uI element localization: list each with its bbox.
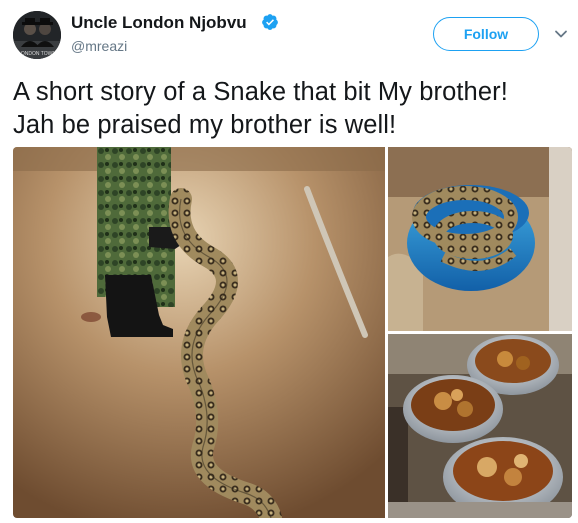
photo-cooked-pots[interactable] bbox=[388, 334, 572, 518]
chevron-down-icon[interactable] bbox=[553, 26, 569, 42]
photo-snake-floor[interactable] bbox=[13, 147, 385, 518]
photo-snake-bucket[interactable] bbox=[388, 147, 572, 331]
verified-badge-icon bbox=[262, 14, 278, 30]
display-name[interactable]: Uncle London Njobvu bbox=[71, 13, 247, 33]
avatar-caption: LONDON TOWN bbox=[18, 51, 56, 57]
tweet-text-line-2: Jah be praised my brother is well! bbox=[13, 111, 397, 139]
follow-button[interactable]: Follow bbox=[433, 17, 539, 51]
media-grid bbox=[13, 147, 572, 518]
tweet-text: A short story of a Snake that bit My bro… bbox=[13, 76, 568, 142]
user-handle[interactable]: @mreazi bbox=[71, 38, 127, 54]
avatar[interactable]: LONDON TOWN bbox=[13, 11, 61, 59]
tweet-text-line-1: A short story of a Snake that bit My bro… bbox=[13, 78, 508, 106]
